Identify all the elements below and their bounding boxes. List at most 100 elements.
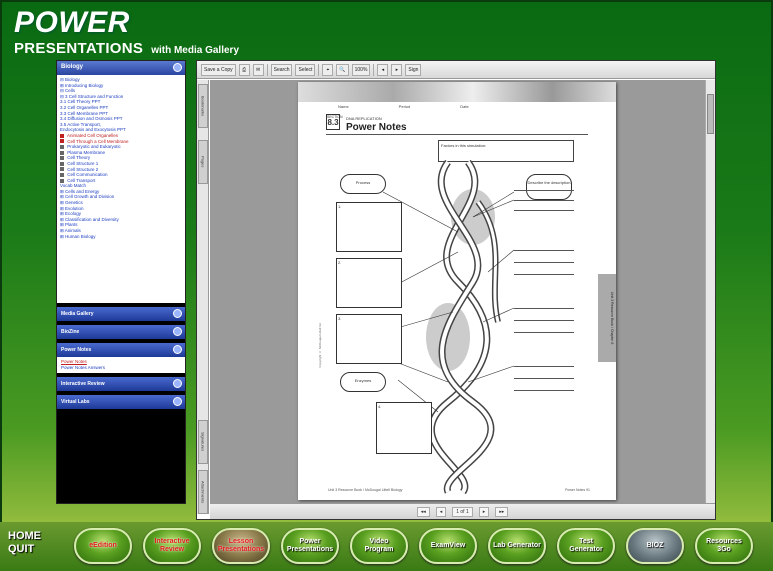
expand-icon[interactable]	[173, 327, 182, 336]
bottom-toolbar: HOME QUIT eEdition Interactive Review Less…	[0, 522, 773, 571]
video-program-button[interactable]: Video Program	[350, 528, 408, 564]
animation-icon	[60, 133, 64, 138]
animation-icon	[60, 139, 64, 144]
tree-item-label: ⊞ Cell Growth and Division	[60, 194, 115, 200]
expand-icon[interactable]	[173, 397, 182, 406]
answer-box-4: 4.	[376, 402, 432, 454]
content-tree: ⊟ Biology ⊞ Introducing Biology ⊟ Cells …	[57, 75, 185, 303]
toolbar-button[interactable]: Save a Copy	[201, 63, 236, 76]
lab-generator-button[interactable]: Lab Generator	[488, 528, 546, 564]
toolbar-button[interactable]: Sign	[405, 63, 422, 76]
resource-icon	[60, 161, 64, 166]
tab-pages[interactable]: Pages	[198, 140, 208, 184]
toolbar-button[interactable]: Select	[295, 63, 316, 76]
page-nav-button[interactable]: ▸	[478, 506, 490, 517]
write-line	[514, 390, 574, 391]
description-oval: Describe the description	[526, 174, 572, 200]
pdf-page: Name Period Date SECTION 8.3 DNA REPLICATI…	[298, 82, 616, 500]
page-nav-button[interactable]: ◂	[435, 506, 447, 517]
write-line	[514, 308, 574, 309]
page-side-label: Unit 3 Resource Book / Chapter 8	[598, 274, 616, 362]
tree-item-label: ⊞ Classification and Diversity	[60, 216, 119, 222]
quit-button[interactable]: QUIT	[8, 543, 41, 556]
nav-section-interactive-review[interactable]: Interactive Review	[57, 377, 185, 391]
nav-section-label: BioZine	[61, 329, 80, 335]
collapse-icon[interactable]	[173, 63, 182, 72]
copyright-text: Copyright © McDougal Littell Inc.	[318, 322, 322, 368]
lesson-presentations-button[interactable]: Lesson Presentations	[212, 528, 270, 564]
eedition-button[interactable]: eEdition	[74, 528, 132, 564]
resources-3go-button[interactable]: Resources 3Go	[695, 528, 753, 564]
logo-power: POWER	[14, 6, 130, 39]
tree-item-label: ⊞ Plants	[60, 222, 78, 228]
tree-item[interactable]: ⊞ Human Biology	[60, 234, 182, 240]
tree-item-label: Plasma Membrane	[66, 149, 106, 155]
tree-item-label: Cell Theory	[66, 155, 91, 161]
tree-item-label: ⊞ Genetics	[60, 200, 83, 206]
resource-icon	[60, 144, 64, 149]
write-line	[514, 210, 574, 211]
page-number-field[interactable]: 1 of 1	[452, 506, 473, 517]
tab-signatures[interactable]: Signatures	[198, 420, 208, 464]
toolbar-button[interactable]: ▸	[391, 63, 403, 76]
answer-box-2: 2.	[336, 258, 402, 308]
home-button[interactable]: HOME	[8, 530, 41, 543]
write-line	[514, 262, 574, 263]
tab-bookmarks[interactable]: Bookmarks	[198, 84, 208, 128]
tree-item-label: Cell Communication	[66, 172, 108, 178]
write-line	[514, 378, 574, 379]
tree-item-label: 3.1 Cell Theory PPT	[60, 99, 101, 105]
nav-subitem-power-notes-answers[interactable]: Power Notes Answers	[61, 365, 181, 371]
toolbar-button[interactable]: Search	[270, 63, 293, 76]
write-line	[514, 332, 574, 333]
nav-section-label: Power Notes	[61, 347, 92, 353]
page-nav-button[interactable]: ▸▸	[495, 506, 509, 517]
toolbar-button[interactable]: ✉	[252, 63, 264, 76]
tree-item-label: ⊟ Cells	[60, 88, 76, 94]
write-line	[514, 190, 574, 191]
tree-item-label: Cell Transport	[66, 177, 96, 183]
tree-item-label: Cell Through a Cell Membrane	[66, 138, 129, 144]
tree-item-label: Cell Structure 2	[66, 166, 99, 172]
document-area[interactable]: Name Period Date SECTION 8.3 DNA REPLICATI…	[210, 80, 706, 504]
answer-box-1: 1.	[336, 202, 402, 252]
tree-item-label: 3.5 Active Transport,	[60, 121, 102, 127]
page-nav-button[interactable]: ◂◂	[416, 506, 430, 517]
tree-item-label: ⊞ Ecology	[60, 211, 82, 217]
bioz-button[interactable]: BIOZ	[626, 528, 684, 564]
toolbar-button[interactable]: 🔍	[336, 63, 349, 76]
app-logo: POWER PRESENTATIONS with Media Gallery	[14, 6, 240, 58]
resource-icon	[60, 156, 64, 161]
write-line	[514, 200, 574, 201]
tab-attachments[interactable]: Attachments	[198, 470, 208, 514]
nav-section-power-notes[interactable]: Power Notes	[57, 343, 185, 357]
toolbar-button[interactable]: 100%	[351, 63, 371, 76]
expand-icon[interactable]	[173, 345, 182, 354]
vertical-scrollbar[interactable]	[705, 80, 715, 504]
toolbar-button[interactable]: ⌖	[322, 63, 334, 76]
resource-icon	[60, 178, 64, 183]
tree-item-label: 3.2 Cell Organelles PPT	[60, 104, 109, 110]
toolbar-button[interactable]: ⎙	[238, 63, 250, 76]
nav-header-biology[interactable]: Biology	[57, 61, 185, 75]
power-presentations-button[interactable]: Power Presentations	[281, 528, 339, 564]
tree-item-label: Vocab Match	[60, 183, 87, 189]
logo-media-gallery: with Media Gallery	[151, 45, 240, 56]
toolbar-button[interactable]: ◂	[377, 63, 389, 76]
expand-icon[interactable]	[173, 379, 182, 388]
nav-section-biozine[interactable]: BioZine	[57, 325, 185, 339]
expand-icon[interactable]	[173, 309, 182, 318]
interactive-review-button[interactable]: Interactive Review	[143, 528, 201, 564]
pdf-viewer: Save a Copy ⎙ ✉ Search Select ⌖ 🔍 100% ◂ ▸ Sign Bo…	[196, 60, 716, 520]
nav-section-media-gallery[interactable]: Media Gallery	[57, 307, 185, 321]
examview-button[interactable]: ExamView	[419, 528, 477, 564]
logo-presentations: PRESENTATIONS	[14, 40, 144, 57]
pdf-toolbar: Save a Copy ⎙ ✉ Search Select ⌖ 🔍 100% ◂ ▸ Sign	[197, 61, 715, 79]
nav-section-virtual-labs[interactable]: Virtual Labs	[57, 395, 185, 409]
scrollbar-thumb[interactable]	[707, 94, 714, 134]
nav-section-label: Interactive Review	[61, 381, 105, 387]
left-navigation-panel: Biology ⊟ Biology ⊞ Introducing Biology …	[56, 60, 186, 504]
page-footer-right: Power Notes 91	[565, 488, 590, 492]
test-generator-button[interactable]: Test Generator	[557, 528, 615, 564]
resource-icon	[60, 150, 64, 155]
